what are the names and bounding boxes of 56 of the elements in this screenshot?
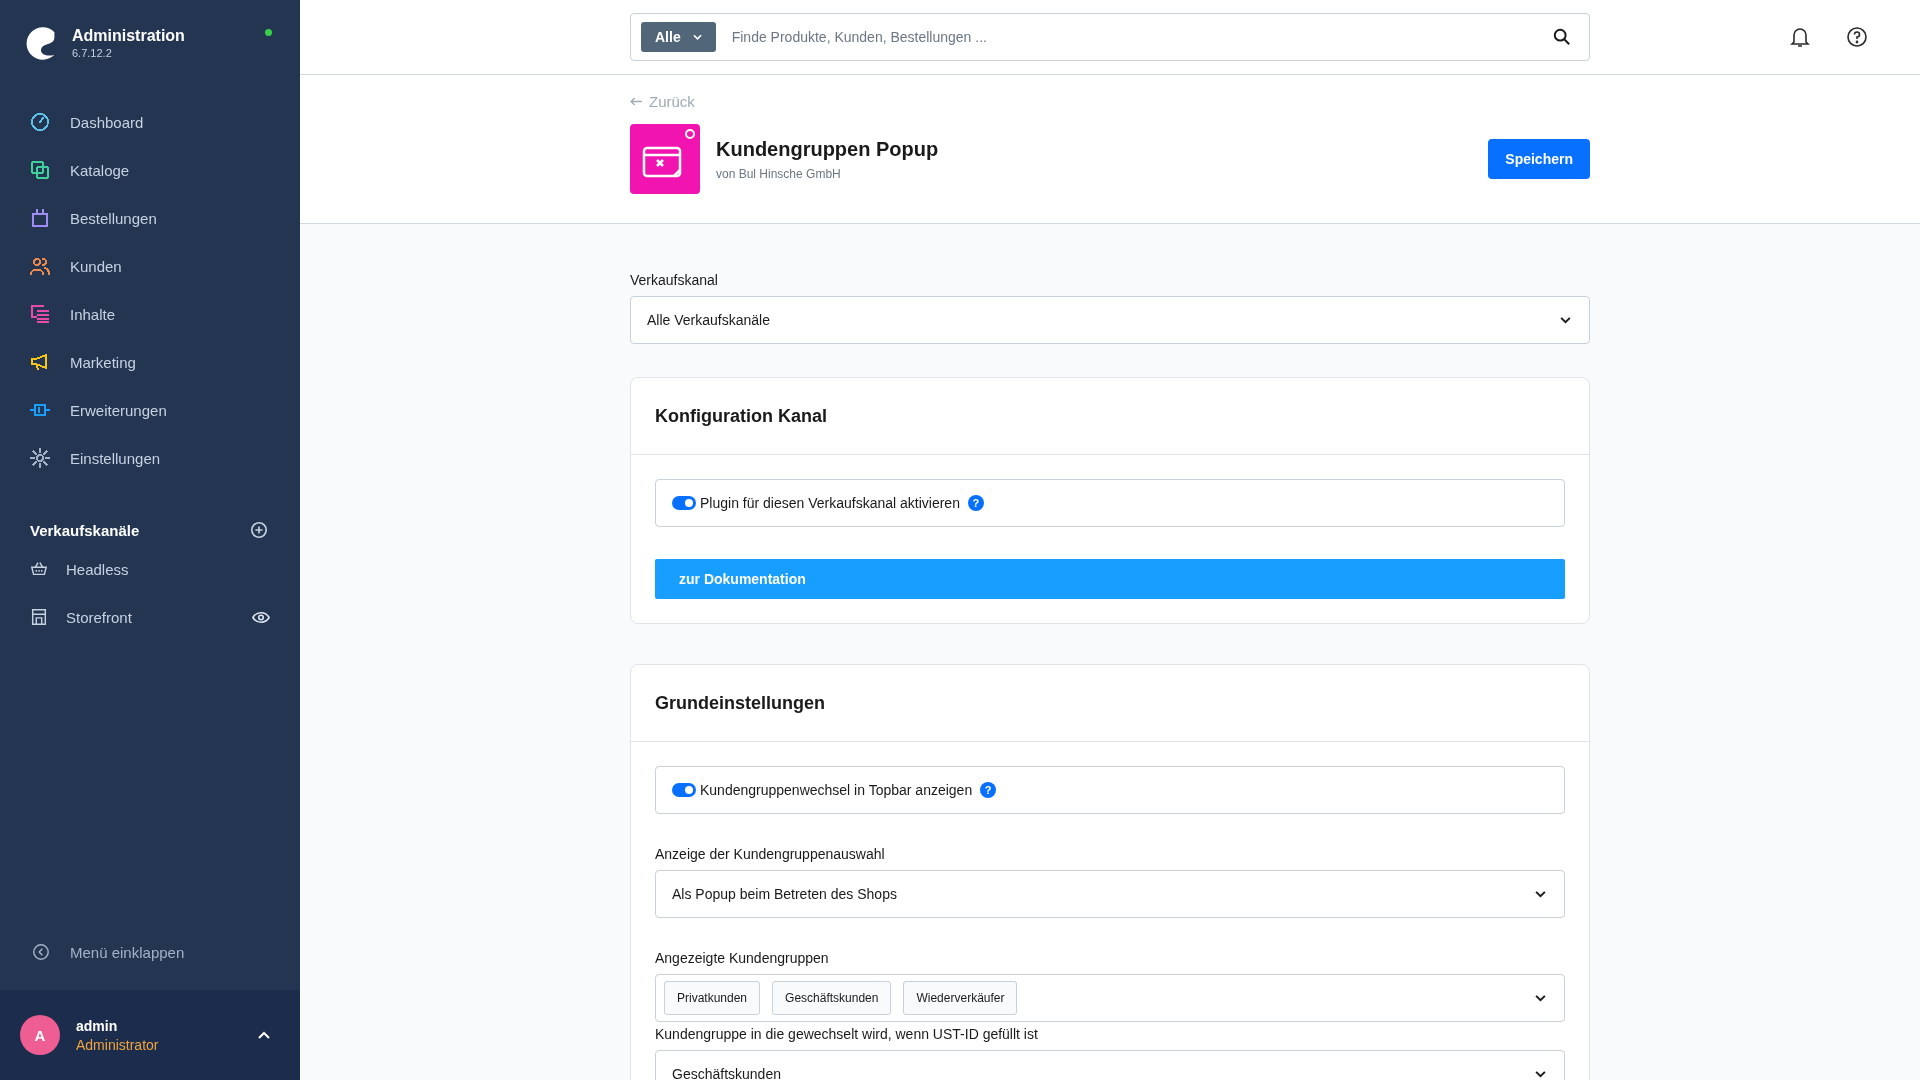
select-field[interactable]: Als Popup beim Betreten des Shops (655, 870, 1565, 918)
nav-item[interactable]: Kataloge (0, 146, 300, 194)
card-title: Konfiguration Kanal (655, 405, 827, 427)
help-badge[interactable]: ? (967, 495, 984, 511)
customer-group-tag[interactable]: Privatkunden (664, 981, 761, 1015)
nav-item[interactable]: Kunden (0, 242, 300, 290)
chevron-down-icon (1535, 994, 1546, 1002)
sales-channel-select[interactable]: Alle Verkaufskanäle (630, 296, 1590, 344)
field-label: Verkaufskanal (630, 272, 719, 288)
chevron-down-icon (692, 34, 702, 40)
search-icon[interactable] (1553, 28, 1571, 46)
app-version: 6.7.12.2 (72, 47, 113, 59)
nav-item[interactable]: Marketing (0, 338, 300, 386)
section-heading: Verkaufskanäle (30, 521, 140, 539)
app-title: Administration (72, 27, 185, 45)
chevron-down-icon (1560, 316, 1571, 324)
card-title: Grundeinstellungen (655, 692, 825, 714)
chevron-up-icon[interactable] (258, 1031, 270, 1039)
nav-item[interactable]: Erweiterungen (0, 386, 300, 434)
search-field[interactable]: Alle Finde Produkte, Kunden, Bestellungen ... (630, 13, 1590, 61)
field-label: Kundengruppe in die gewechselt wird, wenn UST-ID gefüllt ist (655, 1026, 1039, 1042)
page-title: Kundengruppen Popup (716, 137, 940, 161)
nav-item[interactable]: Bestellungen (0, 194, 300, 242)
toggle-label: Plugin für diesen Verkaufskanal aktivieren (700, 495, 960, 511)
sales-channel-item[interactable]: Headless (0, 545, 300, 593)
chevron-down-icon (1535, 1070, 1546, 1078)
arrow-left-icon (630, 97, 643, 106)
toggle-switch[interactable] (672, 496, 696, 510)
toggle-switch[interactable] (672, 783, 696, 797)
basket-icon (30, 560, 48, 578)
nav-item[interactable]: Einstellungen (0, 434, 300, 482)
vendor-name: von Bul Hinsche GmbH (716, 166, 842, 181)
user-name: admin (76, 1017, 119, 1034)
toggle-label: Kundengruppenwechsel in Topbar anzeigen (700, 782, 973, 798)
field-label: Anzeige der Kundengruppenauswahl (655, 846, 886, 862)
nav-item[interactable]: Dashboard (0, 98, 300, 146)
store-icon (30, 608, 48, 626)
eye-icon[interactable] (252, 610, 270, 624)
user-role: Administrator (76, 1036, 160, 1053)
nav-item[interactable]: Inhalte (0, 290, 300, 338)
help-icon[interactable] (1846, 26, 1868, 48)
chevron-left-icon (32, 943, 50, 961)
field-label: Angezeigte Kundengruppen (655, 950, 830, 966)
customer-group-tag[interactable]: Geschäftskunden (772, 981, 892, 1015)
bell-icon[interactable] (1790, 26, 1810, 48)
add-icon[interactable] (250, 521, 268, 539)
sales-channel-item[interactable]: Storefront (0, 593, 300, 641)
scope-dropdown[interactable]: Alle (641, 22, 716, 52)
plugin-logo-icon (630, 124, 700, 194)
multi-select-field[interactable]: Privatkunden Geschäftskunden Wiederverkäufer (655, 974, 1565, 1022)
chevron-down-icon (1535, 890, 1546, 898)
help-badge[interactable]: ? (980, 782, 997, 798)
collapse-menu-button[interactable]: Menü einklappen (0, 936, 300, 990)
customer-group-tag[interactable]: Wiederverkäufer (903, 981, 1018, 1015)
select-field[interactable]: Geschäftskunden (655, 1050, 1565, 1080)
save-button[interactable]: Speichern (1488, 139, 1590, 179)
